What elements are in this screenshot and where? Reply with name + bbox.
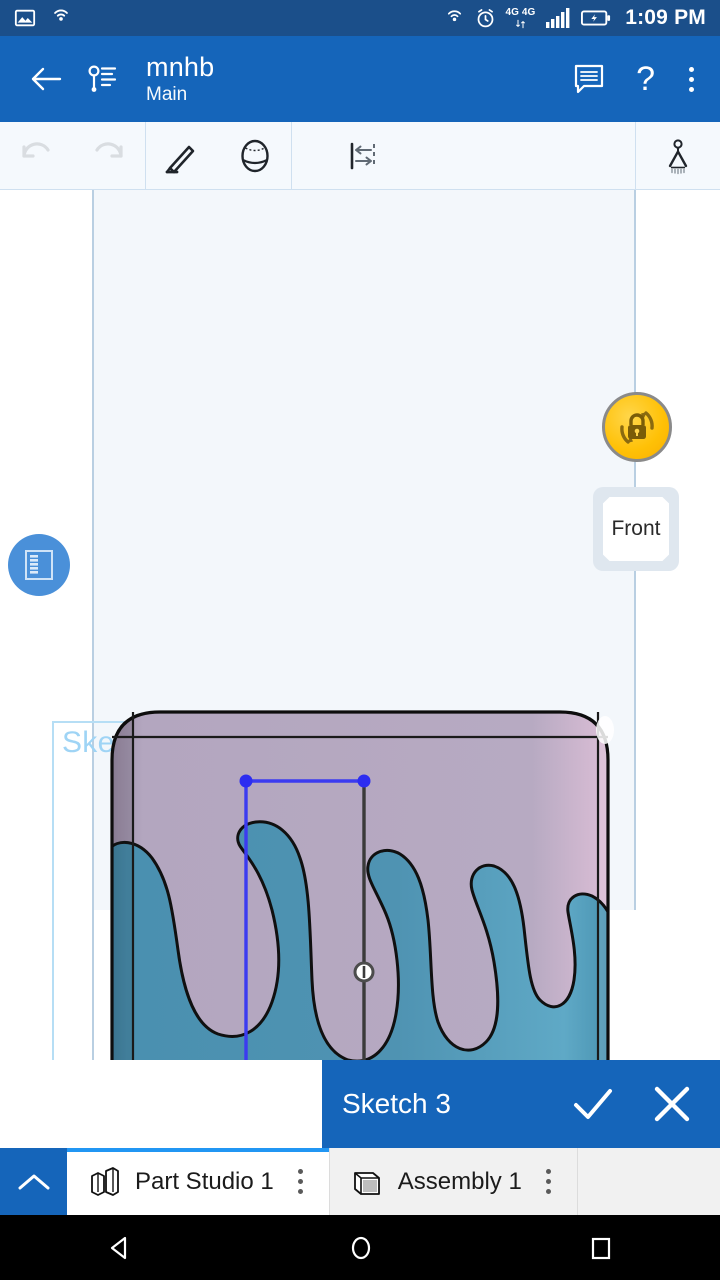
redo-button[interactable] xyxy=(80,127,138,185)
app-screen: 4G 4G 1:09 PM mnhb Main ? Sketch Front S… xyxy=(0,0,720,1280)
tab-overflow-button[interactable] xyxy=(536,1163,561,1200)
help-button[interactable]: ? xyxy=(636,62,655,96)
battery-charging-icon xyxy=(581,9,611,27)
undo-button[interactable] xyxy=(7,127,65,185)
comment-icon[interactable] xyxy=(572,62,606,96)
cancel-button[interactable] xyxy=(650,1084,694,1124)
network-label-1: 4G xyxy=(505,6,519,18)
dimension-tool-button[interactable] xyxy=(334,127,392,185)
workspace-name: Main xyxy=(146,83,188,105)
back-button[interactable] xyxy=(18,64,74,94)
tab-assembly-1[interactable]: Assembly 1 xyxy=(330,1148,578,1215)
sketch-dialog: Sketch 3 xyxy=(322,1060,720,1148)
tab-label: Assembly 1 xyxy=(397,1167,522,1195)
network-4g-icon: 4G 4G xyxy=(505,6,536,29)
app-bar: mnhb Main ? xyxy=(0,36,720,122)
alarm-icon xyxy=(475,8,496,29)
document-title: mnhb xyxy=(146,51,215,82)
assembly-icon xyxy=(350,1165,384,1199)
cast-icon xyxy=(50,7,72,29)
sketch-tool-button[interactable] xyxy=(153,127,211,185)
view-lock-button[interactable] xyxy=(602,392,672,462)
shaded-view-button[interactable] xyxy=(226,127,284,185)
android-recents-button[interactable] xyxy=(587,1233,615,1263)
view-cube-face-label[interactable]: Front xyxy=(603,497,669,561)
tab-overflow-button[interactable] xyxy=(288,1163,313,1200)
accept-button[interactable] xyxy=(570,1084,616,1124)
midpoint-constraint-icon xyxy=(353,961,375,983)
sketch-dialog-title: Sketch 3 xyxy=(342,1088,451,1119)
lock-rotate-icon xyxy=(620,411,654,444)
model-canvas[interactable]: Sketch 3 xyxy=(0,190,720,1060)
image-icon xyxy=(14,7,36,29)
status-bar-clock: 1:09 PM xyxy=(625,6,706,29)
collapse-tabs-button[interactable] xyxy=(0,1148,67,1215)
sketch-rectangle[interactable] xyxy=(0,190,720,1060)
android-nav-bar xyxy=(0,1215,720,1280)
constraint-tool-button[interactable] xyxy=(649,127,707,185)
android-back-button[interactable] xyxy=(105,1233,135,1263)
signal-icon xyxy=(545,7,571,29)
branch-icon[interactable] xyxy=(74,59,132,99)
part-studio-icon xyxy=(87,1165,121,1199)
feature-list-button[interactable] xyxy=(8,534,70,596)
view-cube[interactable]: Front xyxy=(593,487,679,571)
android-home-button[interactable] xyxy=(346,1233,376,1263)
document-titles: mnhb Main xyxy=(146,51,215,106)
network-label-2: 4G xyxy=(521,6,536,18)
cast-icon-right xyxy=(444,8,465,29)
overflow-menu-button[interactable] xyxy=(685,63,698,96)
document-tab-bar: Part Studio 1 Assembly 1 xyxy=(0,1148,720,1215)
android-status-bar: 4G 4G 1:09 PM xyxy=(0,0,720,36)
panel-list-icon xyxy=(25,550,53,580)
sketch-toolbar xyxy=(0,122,720,190)
tab-part-studio-1[interactable]: Part Studio 1 xyxy=(67,1148,330,1215)
tab-label: Part Studio 1 xyxy=(135,1167,274,1195)
